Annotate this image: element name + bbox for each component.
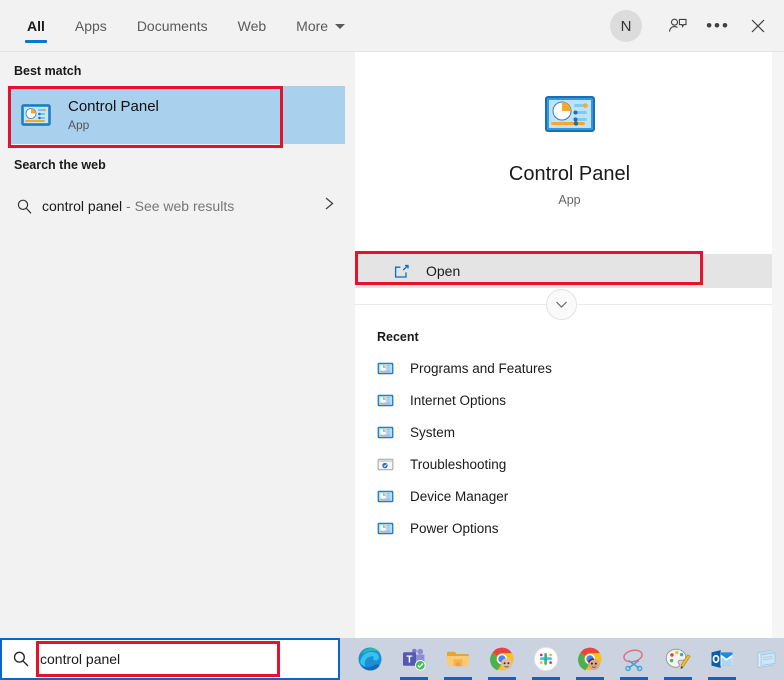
- tab-list: All Apps Documents Web More: [12, 0, 360, 52]
- list-item[interactable]: Internet Options: [355, 384, 772, 416]
- list-item-label: Troubleshooting: [410, 457, 506, 472]
- list-item-label: Internet Options: [410, 393, 506, 408]
- avatar[interactable]: N: [610, 10, 642, 42]
- taskbar-app-chrome[interactable]: [480, 638, 524, 680]
- chevron-down-icon: [555, 296, 568, 314]
- list-item[interactable]: Device Manager: [355, 480, 772, 512]
- control-panel-icon: [377, 520, 394, 537]
- chrome-icon: [489, 646, 515, 672]
- taskbar: control panel: [0, 638, 784, 680]
- tab-documents[interactable]: Documents: [122, 0, 223, 52]
- taskbar-app-icons: T: [348, 638, 784, 680]
- best-match-header: Best match: [0, 52, 355, 86]
- list-item-label: Power Options: [410, 521, 499, 536]
- pane-edge-strip: [772, 52, 784, 638]
- chevron-right-icon: [324, 196, 335, 216]
- best-match-text: Control Panel App: [68, 97, 159, 134]
- teams-icon: T: [401, 646, 427, 672]
- tab-web[interactable]: Web: [223, 0, 282, 52]
- sticky-notes-icon: [753, 646, 779, 672]
- list-item[interactable]: Troubleshooting: [355, 448, 772, 480]
- taskbar-app-sticky-notes[interactable]: [744, 638, 784, 680]
- list-item[interactable]: System: [355, 416, 772, 448]
- best-match-title: Control Panel: [68, 97, 159, 116]
- window-controls: N •••: [610, 0, 778, 52]
- svg-text:T: T: [406, 654, 412, 665]
- control-panel-icon: [377, 392, 394, 409]
- ellipsis-icon[interactable]: •••: [698, 6, 738, 46]
- control-panel-icon: [543, 87, 597, 141]
- tab-all[interactable]: All: [12, 0, 60, 52]
- tab-more[interactable]: More: [281, 0, 360, 52]
- troubleshooting-icon: [377, 456, 394, 473]
- recent-list: Programs and Features Internet Options S…: [355, 352, 772, 544]
- app-preview-pane: Control Panel App Open Recent: [355, 52, 784, 638]
- snipping-tool-icon: [621, 646, 647, 672]
- taskbar-app-slack[interactable]: [524, 638, 568, 680]
- paint-icon: [665, 646, 691, 672]
- chevron-down-icon: [335, 24, 345, 29]
- best-match-control-panel[interactable]: Control Panel App: [10, 86, 345, 144]
- search-web-header: Search the web: [0, 144, 355, 180]
- taskbar-app-snipping-tool[interactable]: [612, 638, 656, 680]
- list-item-label: Programs and Features: [410, 361, 552, 376]
- list-item-label: Device Manager: [410, 489, 508, 504]
- list-item[interactable]: Programs and Features: [355, 352, 772, 384]
- web-result-query: control panel: [42, 198, 122, 214]
- tab-documents-label: Documents: [137, 18, 208, 34]
- search-icon: [16, 198, 42, 215]
- search-tab-bar: All Apps Documents Web More N •••: [0, 0, 784, 52]
- web-result-label: control panel - See web results: [42, 198, 234, 214]
- search-icon: [2, 650, 40, 668]
- tab-apps-label: Apps: [75, 18, 107, 34]
- expand-actions-button[interactable]: [546, 289, 577, 320]
- web-result-row[interactable]: control panel - See web results: [8, 184, 347, 228]
- taskbar-app-edge[interactable]: [348, 638, 392, 680]
- taskbar-search-input[interactable]: control panel: [0, 638, 340, 680]
- open-action-row[interactable]: Open: [355, 254, 772, 288]
- taskbar-app-outlook[interactable]: [700, 638, 744, 680]
- taskbar-app-teams[interactable]: T: [392, 638, 436, 680]
- app-hero: Control Panel App: [355, 52, 784, 207]
- open-external-icon: [393, 263, 410, 280]
- person-feedback-icon[interactable]: [658, 6, 698, 46]
- web-result-suffix: - See web results: [122, 198, 234, 214]
- search-flyout-window: All Apps Documents Web More N •••: [0, 0, 784, 680]
- outlook-icon: [709, 646, 735, 672]
- taskbar-app-paint[interactable]: [656, 638, 700, 680]
- taskbar-search-value: control panel: [40, 651, 120, 667]
- file-explorer-icon: [445, 646, 471, 672]
- list-item[interactable]: Power Options: [355, 512, 772, 544]
- recent-header: Recent: [377, 330, 419, 344]
- close-icon[interactable]: [738, 6, 778, 46]
- taskbar-app-chrome-2[interactable]: [568, 638, 612, 680]
- slack-icon: [533, 646, 559, 672]
- list-item-label: System: [410, 425, 455, 440]
- edge-icon: [357, 646, 383, 672]
- taskbar-app-file-explorer[interactable]: [436, 638, 480, 680]
- best-match-subtitle: App: [68, 117, 159, 134]
- tab-apps[interactable]: Apps: [60, 0, 122, 52]
- app-name: Control Panel: [355, 163, 784, 186]
- control-panel-icon: [377, 424, 394, 441]
- control-panel-icon: [377, 360, 394, 377]
- control-panel-icon: [377, 488, 394, 505]
- open-action-label: Open: [426, 263, 460, 279]
- results-list-pane: Best match Control Panel: [0, 52, 355, 638]
- tab-all-label: All: [27, 18, 45, 34]
- avatar-initial: N: [621, 18, 632, 35]
- chrome-icon: [577, 646, 603, 672]
- control-panel-icon: [20, 99, 52, 131]
- app-type: App: [355, 193, 784, 207]
- tab-more-label: More: [296, 18, 328, 34]
- tab-web-label: Web: [238, 18, 267, 34]
